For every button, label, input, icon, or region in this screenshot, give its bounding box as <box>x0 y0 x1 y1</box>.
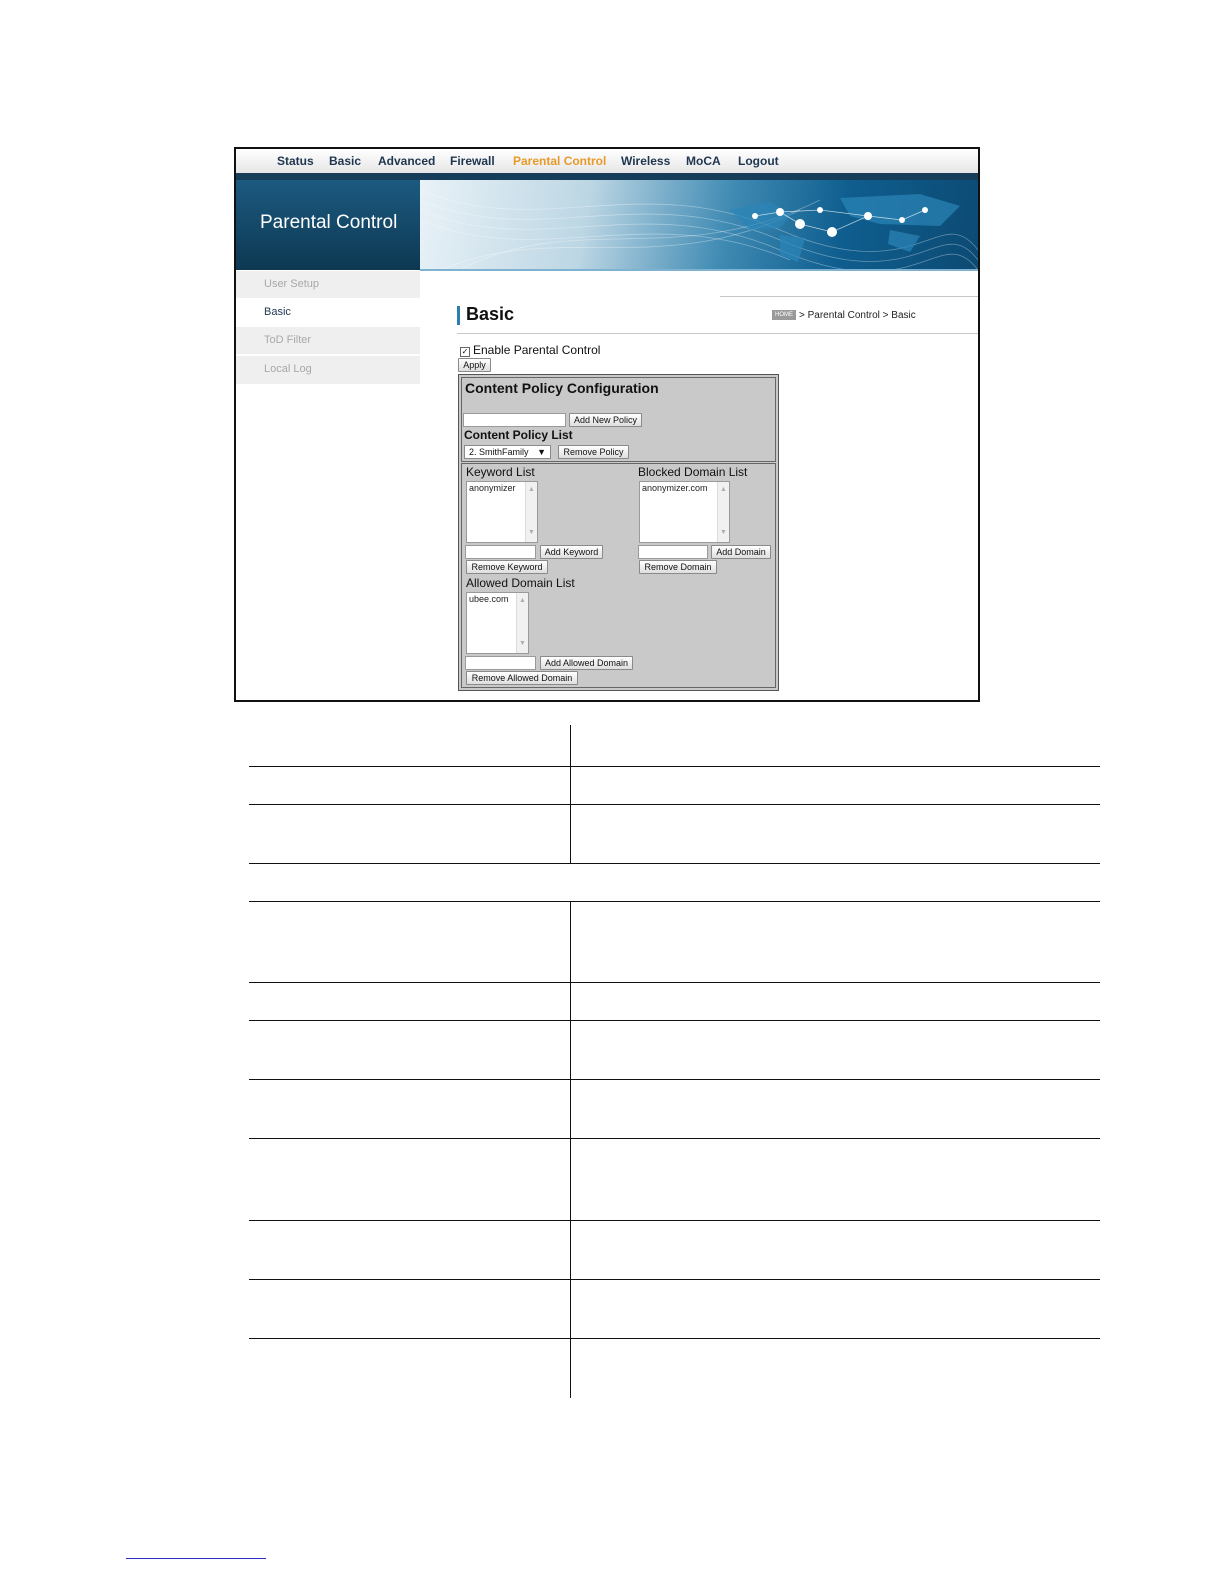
blocked-domain-listbox[interactable]: anonymizer.com ▲ ▼ <box>639 481 730 543</box>
scroll-up-icon[interactable]: ▲ <box>528 486 535 493</box>
top-nav: Status Basic Advanced Firewall Parental … <box>236 149 978 174</box>
add-keyword-button[interactable]: Add Keyword <box>540 545 603 559</box>
screenshot-frame: Status Basic Advanced Firewall Parental … <box>234 147 980 702</box>
table-row-divider <box>249 766 1100 767</box>
content-policy-configuration-heading: Content Policy Configuration <box>465 380 659 396</box>
sidebar-item-local-log[interactable]: Local Log <box>236 356 420 384</box>
table-row-divider <box>249 982 1100 983</box>
nav-moca[interactable]: MoCA <box>686 154 721 168</box>
table-row-divider <box>249 863 1100 864</box>
keyword-list-label: Keyword List <box>466 465 535 479</box>
page-title-accent <box>457 306 460 325</box>
content-policy-panel: Content Policy Configuration Add New Pol… <box>458 374 779 691</box>
nav-firewall[interactable]: Firewall <box>450 154 495 168</box>
content-top-divider <box>720 296 978 297</box>
allowed-domain-listbox[interactable]: ubee.com ▲ ▼ <box>466 592 529 654</box>
content-policy-lists-section: Keyword List anonymizer ▲ ▼ Add Keyword R… <box>461 463 776 688</box>
sidebar-item-tod-filter[interactable]: ToD Filter <box>236 327 420 354</box>
breadcrumb-path: > Parental Control > Basic <box>799 310 916 321</box>
blocked-domain-list-item[interactable]: anonymizer.com <box>642 483 708 493</box>
content-policy-select[interactable]: 2. SmithFamily ▼ <box>464 445 551 459</box>
remove-domain-button[interactable]: Remove Domain <box>639 560 717 574</box>
allowed-domain-list-scrollbar[interactable]: ▲ ▼ <box>516 593 528 653</box>
nav-stripe <box>236 173 978 180</box>
dropdown-arrow-icon: ▼ <box>537 447 546 457</box>
nav-advanced[interactable]: Advanced <box>378 154 435 168</box>
table-row-divider <box>249 1220 1100 1221</box>
table-row-divider <box>249 804 1100 805</box>
new-policy-input[interactable] <box>463 413 566 427</box>
allowed-domain-input[interactable] <box>465 656 536 670</box>
apply-button[interactable]: Apply <box>458 358 491 372</box>
keyword-list-item[interactable]: anonymizer <box>469 483 516 493</box>
add-domain-button[interactable]: Add Domain <box>711 545 771 559</box>
scroll-down-icon[interactable]: ▼ <box>720 529 727 536</box>
keyword-list-scrollbar[interactable]: ▲ ▼ <box>525 482 537 542</box>
content-divider <box>457 333 978 334</box>
table-column-divider <box>570 901 571 1398</box>
scroll-up-icon[interactable]: ▲ <box>519 597 526 604</box>
nav-basic[interactable]: Basic <box>329 154 361 168</box>
content-policy-selected-value: 2. SmithFamily <box>469 447 529 457</box>
table-row-divider <box>249 1138 1100 1139</box>
page-title: Basic <box>466 304 515 324</box>
content-policy-list-heading: Content Policy List <box>464 428 573 442</box>
remove-keyword-button[interactable]: Remove Keyword <box>466 560 548 574</box>
table-row-divider <box>249 1079 1100 1080</box>
table-column-divider <box>570 725 571 863</box>
blocked-domain-list-label: Blocked Domain List <box>638 465 748 479</box>
enable-parental-control-label: Enable Parental Control <box>473 343 601 357</box>
home-icon[interactable]: HOME <box>772 310 796 321</box>
table-row-divider <box>249 1338 1100 1339</box>
content-policy-configuration-section: Content Policy Configuration Add New Pol… <box>461 377 776 462</box>
sidebar-item-label: Local Log <box>264 363 312 375</box>
footer-link-underline <box>126 1558 266 1559</box>
scroll-down-icon[interactable]: ▼ <box>528 529 535 536</box>
sidebar-item-label: Basic <box>264 306 291 318</box>
add-allowed-domain-button[interactable]: Add Allowed Domain <box>540 656 633 670</box>
enable-parental-control-checkbox[interactable]: ✓ <box>460 347 470 357</box>
remove-policy-button[interactable]: Remove Policy <box>558 445 629 459</box>
breadcrumb: HOME > Parental Control > Basic <box>772 310 916 321</box>
nav-logout[interactable]: Logout <box>738 154 779 168</box>
allowed-domain-list-label: Allowed Domain List <box>466 576 575 590</box>
allowed-domain-list-item[interactable]: ubee.com <box>469 594 509 604</box>
nav-parental-control[interactable]: Parental Control <box>513 154 606 168</box>
nav-wireless[interactable]: Wireless <box>621 154 670 168</box>
banner-title: Parental Control <box>260 212 398 233</box>
add-new-policy-button[interactable]: Add New Policy <box>569 413 642 427</box>
scroll-up-icon[interactable]: ▲ <box>720 486 727 493</box>
table-row-divider <box>249 1279 1100 1280</box>
banner-world-map-image <box>420 180 978 270</box>
sidebar-item-label: ToD Filter <box>264 334 312 346</box>
nav-status[interactable]: Status <box>277 154 314 168</box>
enable-parental-control-row: ✓ Enable Parental Control <box>460 343 600 357</box>
blocked-domain-input[interactable] <box>638 545 708 559</box>
table-row-divider <box>249 901 1100 902</box>
banner-bottom-line <box>420 269 978 271</box>
keyword-listbox[interactable]: anonymizer ▲ ▼ <box>466 481 538 543</box>
table-row-divider <box>249 1020 1100 1021</box>
sidebar-item-label: User Setup <box>264 278 320 290</box>
keyword-input[interactable] <box>465 545 536 559</box>
scroll-down-icon[interactable]: ▼ <box>519 640 526 647</box>
sidebar-item-user-setup[interactable]: User Setup <box>236 271 420 298</box>
remove-allowed-domain-button[interactable]: Remove Allowed Domain <box>466 671 578 685</box>
sidebar-item-basic[interactable]: Basic <box>236 299 420 326</box>
blocked-domain-list-scrollbar[interactable]: ▲ ▼ <box>717 482 729 542</box>
